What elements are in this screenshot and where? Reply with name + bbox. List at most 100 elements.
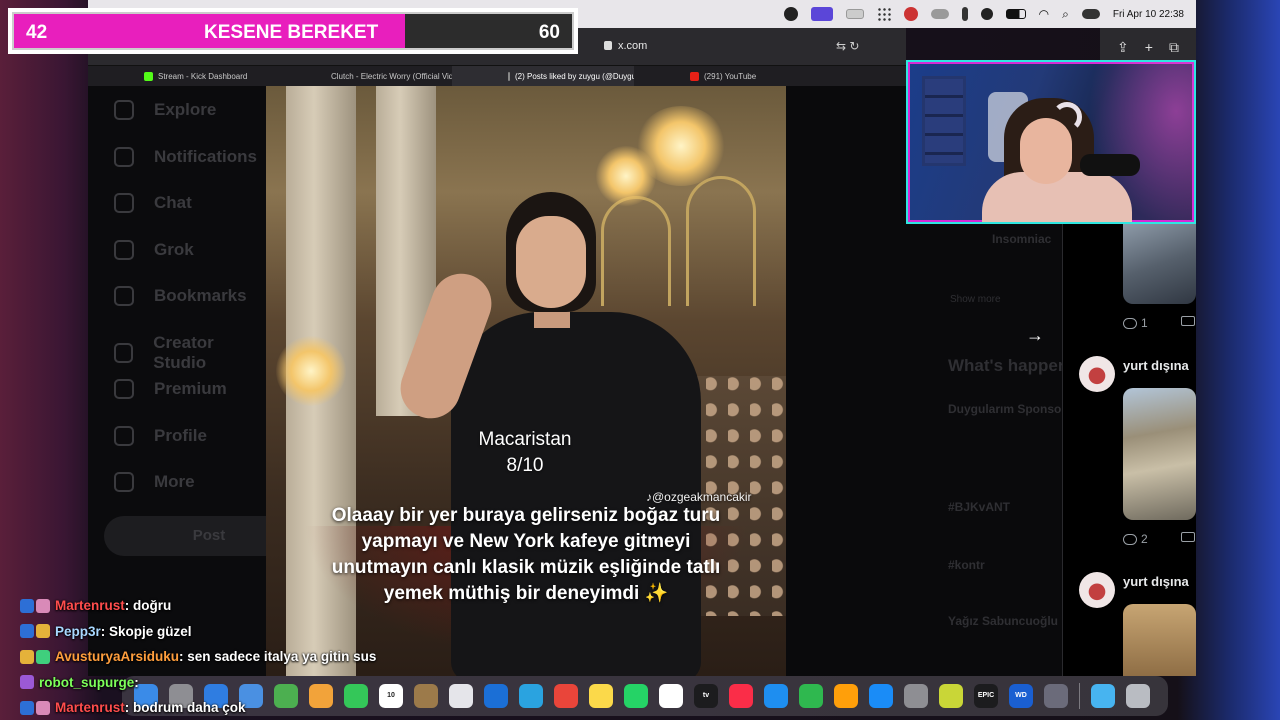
url-field[interactable]: x.com [618,40,647,52]
app-store-icon[interactable] [869,684,893,708]
clock[interactable]: Fri Apr 10 22:38 [1113,9,1184,20]
sidebar-item-chat[interactable]: Chat [114,193,192,213]
sidebar-item-profile[interactable]: Profile [114,425,207,446]
tab-overview-icon[interactable]: ⧉ [1169,39,1179,56]
whatsapp-icon[interactable] [624,684,648,708]
translate-icon[interactable]: ⇆ ↻ [836,39,859,53]
avatar[interactable] [1079,572,1115,608]
chat-badge-icon [20,649,34,664]
freeform-icon[interactable] [659,684,683,708]
chat-username[interactable]: Martenrust [55,598,125,613]
headset [1052,102,1082,132]
browser-tab[interactable]: Stream - Kick Dashboard [88,66,270,86]
x-favicon-icon [508,71,510,81]
downloads-icon[interactable] [1091,684,1115,708]
avatar[interactable] [1079,356,1115,392]
lock-icon [604,41,612,50]
search-icon[interactable]: ⌕ [1062,7,1069,22]
browser-tab[interactable]: (2) Posts liked by zuygu (@Duyguysal1) /… [452,66,634,86]
sidebar-item-bookmarks[interactable]: Bookmarks [114,286,247,306]
sidebar-item-label: More [154,472,195,491]
trend-item[interactable]: #BJKvANT [948,500,1010,514]
sidebar-item-label: Bookmarks [154,286,247,305]
sidebar-item-grok[interactable]: Grok [114,239,194,260]
safari-compass-icon[interactable] [484,684,508,708]
play-icon[interactable] [980,8,993,20]
telegram-icon[interactable] [519,684,543,708]
chat-username[interactable]: AvusturyaArsiduku [55,649,179,664]
chat-username[interactable]: Martenrust [55,700,125,715]
post-image[interactable] [1123,224,1196,304]
post-image[interactable] [1123,604,1196,676]
trend-item[interactable]: #kontr [948,558,985,572]
screen-record-icon[interactable] [783,7,798,21]
chat-badge-icon [20,598,34,613]
wd-icon[interactable]: WD [1009,684,1033,708]
browser-tab[interactable]: Clutch - Electric Worry (Official Video)… [270,66,452,86]
webcam-overlay [906,60,1196,224]
sidebar-item-premium[interactable]: Premium [114,379,227,399]
input-icon[interactable] [845,9,864,19]
rating-text: 8/10 [506,455,544,476]
chat-message: robot_supurge : [20,670,440,696]
sidebar-item-label: Chat [154,193,192,212]
control-center-icon[interactable] [1081,9,1100,19]
trend-item[interactable]: Yağız Sabuncuoğlu [948,614,1058,628]
grid-icon[interactable] [876,7,891,21]
sidebar-item-more[interactable]: More [114,472,195,492]
system-settings-icon[interactable] [904,684,928,708]
chat-username[interactable]: Pepp3r [55,624,101,639]
account-name[interactable]: Insomniac [992,232,1051,246]
music-icon[interactable] [729,684,753,708]
next-media-arrow-icon[interactable]: → [1022,322,1048,348]
battery-icon[interactable] [1005,9,1026,19]
repost-icon[interactable] [1181,532,1195,542]
sidebar-item-creator-studio[interactable]: Creator Studio [114,333,266,373]
cloud-icon[interactable] [930,9,949,19]
post-author[interactable]: yurt dışına [1123,574,1189,589]
keynote-icon[interactable] [764,684,788,708]
pages-icon[interactable] [834,684,858,708]
share-icon[interactable]: ⇪ [1117,39,1129,56]
reminders-icon[interactable] [449,684,473,708]
caption-line: yapmayı ve New York kafeye gitmeyi [361,531,691,552]
game-app-icon[interactable] [939,684,963,708]
trash-icon[interactable] [1126,684,1150,708]
arch [686,176,756,306]
chat-message: Martenrust : doğru [20,593,440,619]
wifi-icon[interactable]: ◠ [1039,7,1049,21]
tv-icon[interactable]: tv [694,684,718,708]
chat-message: Martenrust : bodrum daha çok [20,695,440,720]
accessibility-icon[interactable] [961,7,968,21]
reply-icon [1123,317,1137,329]
reply-count[interactable]: 2 [1123,532,1148,546]
post-image[interactable] [1123,388,1196,520]
epic-games-icon[interactable]: EPIC [974,684,998,708]
trend-item[interactable]: Duygularım Sponso [948,402,1061,416]
explore-icon [114,100,134,120]
repost-glyph [1181,316,1195,326]
disk-utility-icon[interactable] [1044,684,1068,708]
repost-icon[interactable] [1181,316,1195,326]
creator-studio-icon [114,342,134,363]
numbers-icon[interactable] [799,684,823,708]
chat-badge-icon [36,700,50,715]
new-tab-icon[interactable]: + [1145,39,1153,55]
reply-count[interactable]: 1 [1123,316,1148,330]
chrome-icon[interactable] [554,684,578,708]
tiktok-watermark: ♪@ozgeakmancakir [646,490,752,504]
show-more-link[interactable]: Show more [950,294,1001,305]
post-author[interactable]: yurt dışına [1123,358,1189,373]
browser-tab[interactable]: (291) YouTube [634,66,816,86]
chat-username[interactable]: robot_supurge [39,675,134,690]
stage-manager-icon[interactable] [810,7,833,21]
goal-current: 42 [26,22,48,43]
sidebar-item-notifications[interactable]: Notifications [114,146,257,167]
chat-badge-icon [20,675,34,690]
sidebar-item-label: Grok [154,239,194,259]
chandelier [276,336,346,406]
shield-icon[interactable] [903,7,918,21]
reply-icon [1123,533,1137,545]
notes-icon[interactable] [589,684,613,708]
sidebar-item-explore[interactable]: Explore [114,100,216,120]
